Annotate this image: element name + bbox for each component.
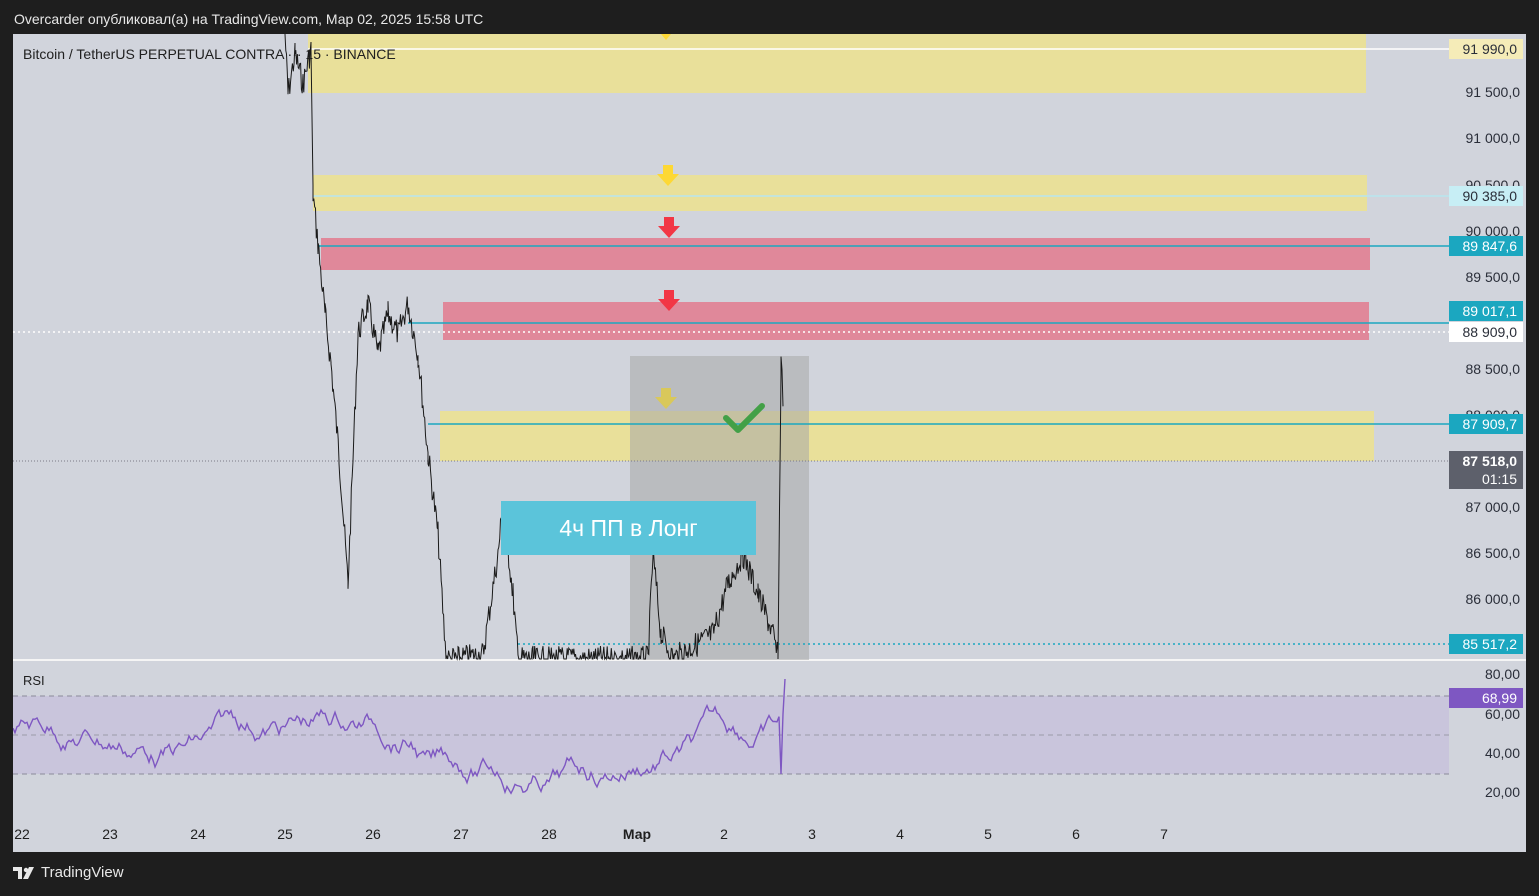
date-tick: 5 (984, 826, 992, 842)
price-tick: 89 500,0 (1465, 269, 1521, 285)
chart-frame: Overcarder опубликовал(а) на TradingView… (0, 0, 1539, 896)
zone-yellow-87909[interactable] (440, 411, 1374, 461)
arrow-down-red-icon (658, 217, 680, 238)
rsi-tick: 60,00 (1484, 706, 1520, 722)
date-tick: 6 (1072, 826, 1080, 842)
date-tick: 4 (896, 826, 904, 842)
price-tick: 91 500,0 (1465, 84, 1521, 100)
date-tick: 3 (808, 826, 816, 842)
tradingview-brand[interactable]: TradingView (13, 864, 124, 881)
date-tick: 22 (14, 826, 30, 842)
price-badge-85517[interactable]: 85 517,2 (1449, 634, 1523, 654)
price-tick: 86 000,0 (1465, 591, 1521, 607)
date-tick: 26 (365, 826, 381, 842)
price-badge-89017[interactable]: 89 017,1 (1449, 301, 1523, 321)
date-tick: 23 (102, 826, 118, 842)
price-badge-87909[interactable]: 87 909,7 (1449, 414, 1523, 434)
symbol-title[interactable]: Bitcoin / TetherUS PERPETUAL CONTRA ··· … (23, 46, 396, 62)
publish-caption: Overcarder опубликовал(а) на TradingView… (14, 11, 484, 27)
date-tick-month: Мар (622, 826, 652, 842)
price-badge-89847[interactable]: 89 847,6 (1449, 236, 1523, 256)
current-price-badge[interactable]: 87 518,0 01:15 (1449, 451, 1523, 489)
price-tick: 86 500,0 (1465, 545, 1521, 561)
rsi-indicator-label[interactable]: RSI (23, 673, 45, 688)
price-badge-91990[interactable]: 91 990,0 (1449, 39, 1523, 59)
rsi-tick: 80,00 (1484, 666, 1520, 682)
price-tick: 91 000,0 (1465, 130, 1521, 146)
date-tick: 25 (277, 826, 293, 842)
price-tick: 87 000,0 (1465, 499, 1521, 515)
date-tick: 2 (720, 826, 728, 842)
rsi-band (13, 696, 1449, 774)
current-price-value: 87 518,0 (1462, 453, 1518, 469)
price-tick: 88 500,0 (1465, 361, 1521, 377)
price-badge-88909[interactable]: 88 909,0 (1449, 322, 1523, 342)
brand-text: TradingView (41, 864, 124, 881)
zone-yellow-90385[interactable] (313, 175, 1367, 211)
zone-yellow-top[interactable] (308, 34, 1366, 93)
rsi-value-badge[interactable]: 68,99 (1449, 688, 1523, 708)
tradingview-logo-icon (13, 866, 34, 879)
chart-area[interactable]: Bitcoin / TetherUS PERPETUAL CONTRA ··· … (13, 34, 1526, 852)
annotation-label[interactable]: 4ч ПП в Лонг (501, 501, 756, 555)
zone-red-89847[interactable] (321, 238, 1370, 270)
date-tick: 28 (541, 826, 557, 842)
price-badge-90385[interactable]: 90 385,0 (1449, 186, 1523, 206)
chart-canvas[interactable] (13, 34, 1526, 852)
date-tick: 24 (190, 826, 206, 842)
rsi-tick: 20,00 (1484, 784, 1520, 800)
zone-red-89017[interactable] (443, 302, 1369, 340)
candle-countdown: 01:15 (1481, 471, 1517, 487)
rsi-tick: 40,00 (1484, 745, 1520, 761)
date-tick: 7 (1160, 826, 1168, 842)
date-tick: 27 (453, 826, 469, 842)
